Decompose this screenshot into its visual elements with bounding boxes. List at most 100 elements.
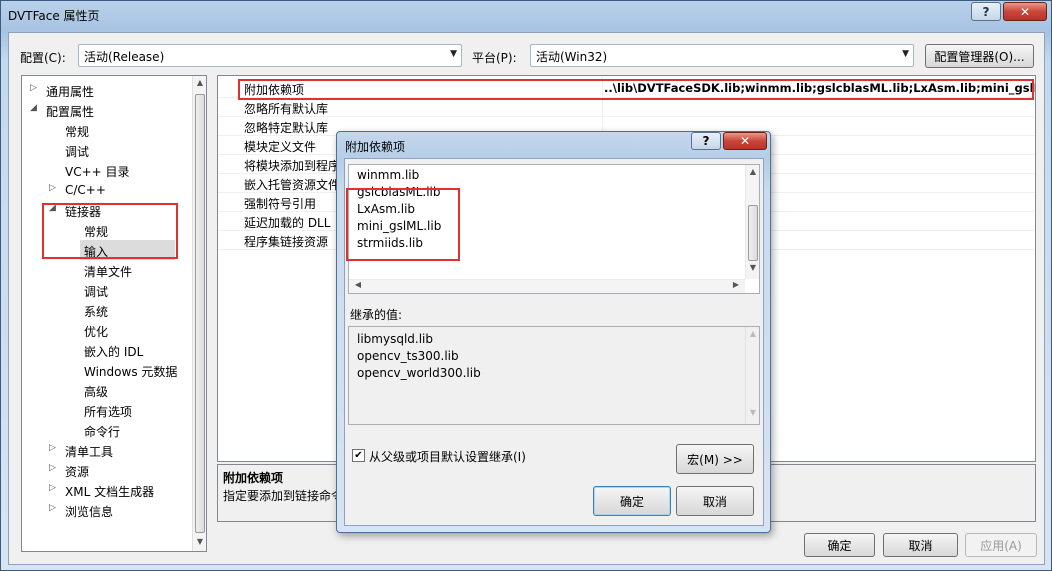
collapse-arrow-icon[interactable]: ◢ — [49, 203, 56, 213]
config-manager-button[interactable]: 配置管理器(O)... — [925, 44, 1034, 68]
tree-item-label: 常规 — [84, 225, 109, 239]
inherit-checkbox[interactable]: ✔ — [352, 449, 365, 462]
tree-item[interactable]: 嵌入的 IDL — [22, 340, 192, 360]
close-button[interactable]: ✕ — [1003, 2, 1047, 21]
help-icon: ? — [702, 134, 710, 148]
dependency-line[interactable]: gslcblasML.lib — [357, 185, 441, 199]
tree-item[interactable]: 调试 — [22, 280, 192, 300]
apply-button[interactable]: 应用(A) — [965, 533, 1037, 557]
dependencies-edit[interactable]: winmm.lib gslcblasML.lib LxAsm.lib mini_gsl… — [348, 164, 760, 294]
tree-item[interactable]: ▷ 清单工具 — [22, 440, 192, 460]
property-name: 模块定义文件 — [244, 140, 317, 154]
tree-item[interactable]: 输入 — [80, 240, 175, 260]
collapse-arrow-icon[interactable]: ◢ — [30, 103, 37, 113]
tree-item[interactable]: ▷ 浏览信息 — [22, 500, 192, 520]
tree-item[interactable]: ◢ 配置属性 — [22, 100, 192, 120]
tree-item[interactable]: ▷ XML 文档生成器 — [22, 480, 192, 500]
dialog-title: 附加依赖项 — [345, 140, 406, 154]
scroll-left-icon[interactable]: ◀ — [351, 280, 365, 293]
property-row[interactable]: 忽略所有默认库 — [218, 98, 1035, 117]
config-combo[interactable]: 活动(Release) ▼ — [78, 44, 462, 67]
expand-arrow-icon[interactable]: ▷ — [30, 83, 37, 93]
tree-item-label: 配置属性 — [46, 105, 95, 119]
dialog-ok-button[interactable]: 确定 — [593, 486, 671, 516]
description-text: 指定要添加到链接命令 — [223, 489, 344, 503]
tree-item[interactable]: 清单文件 — [22, 260, 192, 280]
edit-hscrollbar[interactable]: ◀ ▶ — [349, 279, 745, 293]
expand-arrow-icon[interactable]: ▷ — [49, 463, 56, 473]
close-icon: ✕ — [739, 134, 751, 148]
scroll-thumb[interactable] — [748, 205, 758, 261]
tree-item[interactable]: 调试 — [22, 140, 192, 160]
edit-vscrollbar[interactable]: ▲ ▼ — [745, 165, 759, 279]
tree-item[interactable]: 高级 — [22, 380, 192, 400]
tree-scrollbar[interactable]: ▲ ▼ — [192, 76, 206, 551]
property-name: 强制符号引用 — [244, 197, 317, 211]
tree-item[interactable]: 所有选项 — [22, 400, 192, 420]
help-icon: ? — [982, 4, 990, 19]
tree-item-label: 优化 — [84, 325, 109, 339]
tree-item[interactable]: VC++ 目录 — [22, 160, 192, 180]
scroll-thumb[interactable] — [195, 94, 205, 533]
inherit-checkbox-label[interactable]: 从父级或项目默认设置继承(I) — [369, 448, 526, 465]
scroll-up-icon: ▲ — [749, 329, 757, 338]
description-title: 附加依赖项 — [223, 471, 284, 485]
platform-combo[interactable]: 活动(Win32) ▼ — [530, 44, 914, 67]
tree-item[interactable]: 常规 — [22, 220, 192, 240]
property-name: 附加依赖项 — [244, 83, 305, 97]
tree-item-label: Windows 元数据 — [84, 365, 178, 379]
tree-item[interactable]: 优化 — [22, 320, 192, 340]
chevron-down-icon: ▼ — [450, 49, 457, 59]
scroll-up-icon[interactable]: ▲ — [193, 78, 206, 92]
tree-item[interactable]: 系统 — [22, 300, 192, 320]
tree-item-label: 高级 — [84, 385, 109, 399]
tree-item[interactable]: 常规 — [22, 120, 192, 140]
property-row[interactable]: 附加依赖项 ..\lib\DVTFaceSDK.lib;winmm.lib;gsl… — [218, 79, 1035, 98]
help-button[interactable]: ? — [971, 2, 1001, 21]
property-value[interactable]: ..\lib\DVTFaceSDK.lib;winmm.lib;gslcblas… — [604, 81, 1035, 95]
dependency-line[interactable]: strmiids.lib — [357, 236, 423, 250]
scroll-down-icon[interactable]: ▼ — [746, 263, 759, 277]
dependency-line[interactable]: LxAsm.lib — [357, 202, 415, 216]
scroll-down-icon[interactable]: ▼ — [193, 537, 206, 551]
expand-arrow-icon[interactable]: ▷ — [49, 443, 56, 453]
scroll-down-icon: ▼ — [749, 408, 757, 417]
tree-item[interactable]: ▷ 资源 — [22, 460, 192, 480]
property-name: 忽略所有默认库 — [244, 102, 329, 116]
expand-arrow-icon[interactable]: ▷ — [49, 503, 56, 513]
inherited-label: 继承的值: — [350, 308, 403, 322]
scroll-right-icon[interactable]: ▶ — [729, 280, 743, 293]
tree-item[interactable]: ◢ 链接器 — [22, 200, 192, 220]
tree-item[interactable]: 命令行 — [22, 420, 192, 440]
tree-item-label: 嵌入的 IDL — [84, 345, 144, 359]
dependency-line[interactable]: mini_gslML.lib — [357, 219, 441, 233]
expand-arrow-icon[interactable]: ▷ — [49, 483, 56, 493]
macro-button[interactable]: 宏(M) >> — [676, 444, 754, 474]
property-name: 延迟加载的 DLL — [244, 216, 331, 230]
tree-item-label: C/C++ — [65, 183, 106, 197]
dialog-cancel-button[interactable]: 取消 — [676, 486, 754, 516]
tree-item[interactable]: ▷ 通用属性 — [22, 80, 192, 100]
property-name: 将模块添加到程序 — [244, 159, 341, 173]
tree-item-label: 调试 — [65, 145, 90, 159]
cancel-button[interactable]: 取消 — [883, 533, 958, 557]
scroll-up-icon[interactable]: ▲ — [746, 167, 759, 181]
tree-item-label: 调试 — [84, 285, 109, 299]
additional-dependencies-dialog: 附加依赖项 ? ✕ winmm.lib gslcblasML.lib LxAsm.l… — [336, 131, 771, 533]
tree-item[interactable]: ▷ C/C++ — [22, 180, 192, 200]
dialog-help-button[interactable]: ? — [691, 132, 721, 150]
tree-item-label: 通用属性 — [46, 85, 95, 99]
inherited-values-box: libmysqld.lib opencv_ts300.lib opencv_worl… — [348, 326, 760, 425]
settings-tree[interactable]: ▷ 通用属性 ◢ 配置属性 常规 调试 VC++ 目录 ▷ C/C++ ◢ 链接器 常规 输入 清单文件调… — [21, 75, 207, 552]
platform-label: 平台(P): — [472, 51, 517, 65]
tree-item-label: 常规 — [65, 125, 90, 139]
title-bar[interactable]: DVTFace 属性页 ? ✕ — [1, 1, 1051, 29]
inherited-scrollbar[interactable]: ▲ ▼ — [745, 327, 759, 424]
tree-item[interactable]: Windows 元数据 — [22, 360, 192, 380]
dialog-close-button[interactable]: ✕ — [723, 132, 767, 150]
tree-item-label: 资源 — [65, 465, 90, 479]
expand-arrow-icon[interactable]: ▷ — [49, 183, 56, 193]
ok-button[interactable]: 确定 — [804, 533, 875, 557]
tree-item-label: 命令行 — [84, 425, 121, 439]
dependency-line[interactable]: winmm.lib — [357, 168, 419, 182]
